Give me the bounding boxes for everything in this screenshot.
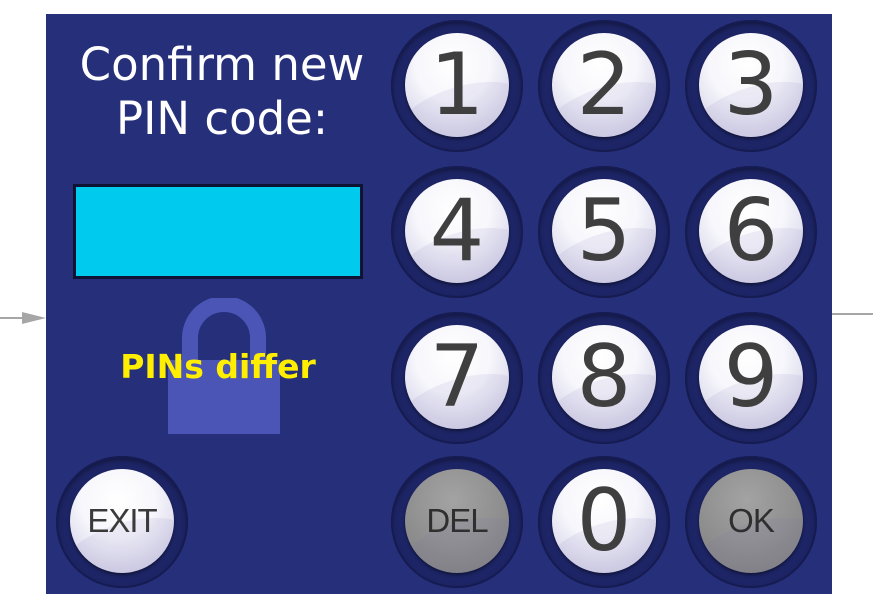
key-6-label: 6 <box>723 181 779 281</box>
key-4-label: 4 <box>429 181 485 281</box>
key-8-face: 8 <box>552 325 656 429</box>
prompt-line-1: Confirm new <box>79 38 365 91</box>
delete-button-face: DEL <box>405 469 509 573</box>
key-3-face: 3 <box>699 33 803 137</box>
key-1[interactable]: 1 <box>391 20 523 152</box>
ok-button-face: OK <box>699 469 803 573</box>
delete-button[interactable]: DEL <box>391 456 523 588</box>
pin-entry-panel: Confirm new PIN code: PINs differ 1 2 3 … <box>46 14 832 594</box>
key-1-face: 1 <box>405 33 509 137</box>
key-7-face: 7 <box>405 325 509 429</box>
ok-button-label: OK <box>728 502 775 539</box>
prompt-line-2: PIN code: <box>115 92 329 145</box>
key-9-label: 9 <box>723 327 779 427</box>
key-1-label: 1 <box>429 35 485 135</box>
status-message: PINs differ <box>120 347 316 386</box>
key-6[interactable]: 6 <box>685 166 817 298</box>
key-2-label: 2 <box>576 35 632 135</box>
key-9[interactable]: 9 <box>685 312 817 444</box>
exit-button-face: EXIT <box>70 469 174 573</box>
key-0-label: 0 <box>576 471 632 571</box>
key-6-face: 6 <box>699 179 803 283</box>
connector-line <box>832 313 873 315</box>
key-7-label: 7 <box>429 327 485 427</box>
key-4[interactable]: 4 <box>391 166 523 298</box>
ok-button[interactable]: OK <box>685 456 817 588</box>
key-0-face: 0 <box>552 469 656 573</box>
exit-button[interactable]: EXIT <box>56 456 188 588</box>
arrow-right-icon <box>0 312 46 324</box>
key-4-face: 4 <box>405 179 509 283</box>
key-3-label: 3 <box>723 35 779 135</box>
exit-button-label: EXIT <box>87 502 157 539</box>
key-5-label: 5 <box>576 181 632 281</box>
key-2-face: 2 <box>552 33 656 137</box>
pin-display-field <box>73 184 363 279</box>
pin-prompt: Confirm new PIN code: <box>52 38 392 146</box>
key-5-face: 5 <box>552 179 656 283</box>
delete-button-label: DEL <box>426 502 488 539</box>
key-8-label: 8 <box>576 327 632 427</box>
key-0[interactable]: 0 <box>538 456 670 588</box>
key-8[interactable]: 8 <box>538 312 670 444</box>
key-9-face: 9 <box>699 325 803 429</box>
key-5[interactable]: 5 <box>538 166 670 298</box>
key-3[interactable]: 3 <box>685 20 817 152</box>
key-7[interactable]: 7 <box>391 312 523 444</box>
key-2[interactable]: 2 <box>538 20 670 152</box>
